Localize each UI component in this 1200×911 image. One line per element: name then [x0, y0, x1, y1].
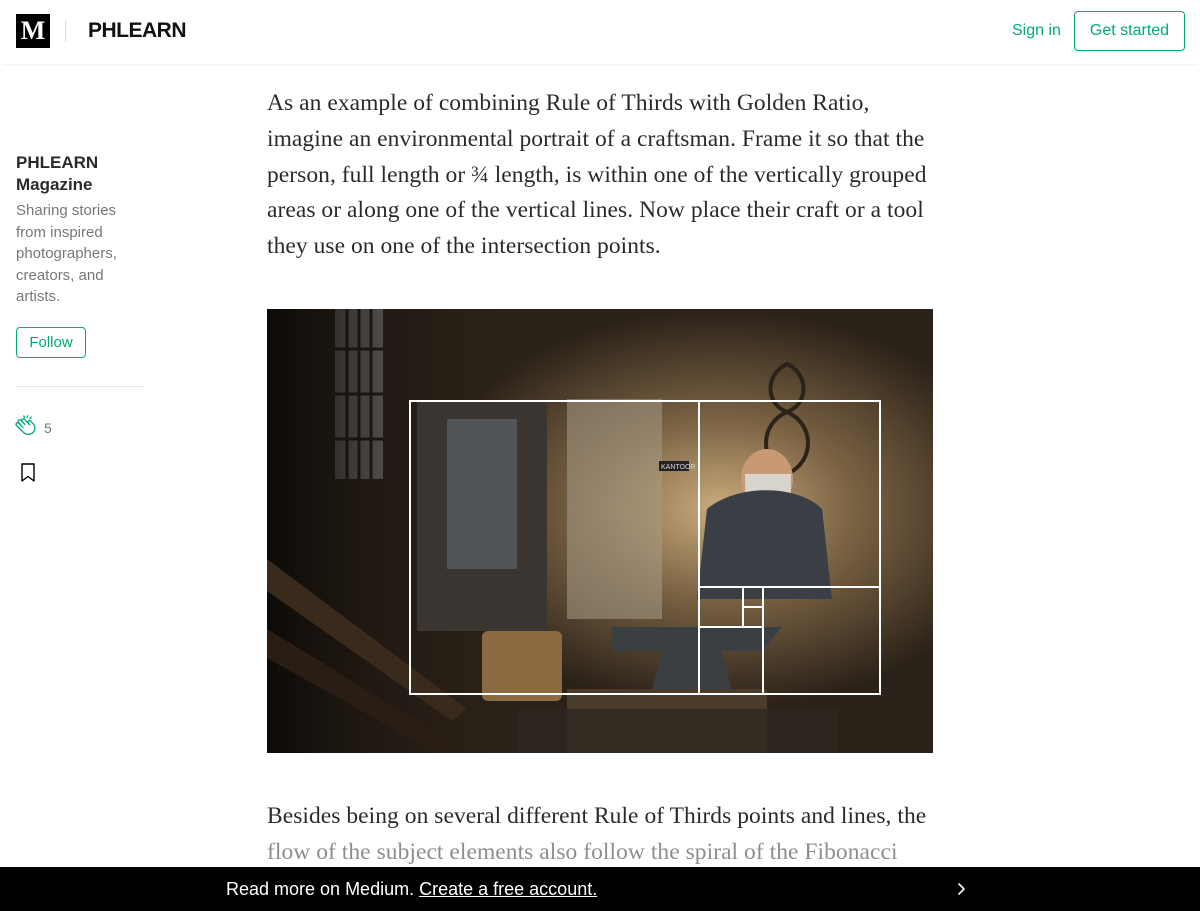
paragraph-line: Besides being on several different Rule … [267, 803, 927, 829]
clap-count: 5 [44, 420, 52, 436]
sign-in-link[interactable]: Sign in [1012, 20, 1061, 42]
craftsman-photo-with-golden-ratio-overlay: KANTOOR [267, 309, 933, 753]
article-paragraph: Besides being on several different Rule … [267, 799, 937, 871]
publication-name[interactable]: PHLEARN Magazine [16, 152, 146, 196]
chevron-right-icon [958, 883, 965, 895]
create-account-link[interactable]: Create a free account. [419, 879, 597, 899]
publication-description: Sharing stories from inspired photograph… [16, 202, 117, 305]
get-started-button[interactable]: Get started [1074, 11, 1185, 51]
logo-divider [65, 20, 66, 42]
paragraph-line-faded: flow of the subject elements also follow… [267, 838, 898, 865]
article-figure: KANTOOR [267, 309, 933, 753]
clap-button[interactable] [12, 414, 40, 442]
follow-button[interactable]: Follow [16, 326, 86, 358]
publication-sidebar: PHLEARN Magazine Sharing stories from in… [15, 152, 146, 482]
publication-logo[interactable]: PHLEARN [88, 17, 187, 45]
medium-logo[interactable]: M [16, 14, 50, 48]
article-paragraph: As an example of combining Rule of Third… [267, 90, 927, 260]
kantoor-sign: KANTOOR [661, 464, 696, 471]
bookmark-icon [21, 463, 35, 482]
sidebar-divider [16, 385, 144, 387]
banner-expand-button[interactable] [952, 880, 970, 898]
banner-message: Read more on Medium. [226, 879, 415, 899]
bottom-signup-banner: Read more on Medium. Create a free accou… [0, 867, 1200, 911]
top-navigation-bar: M PHLEARN Sign in Get started [0, 0, 1200, 64]
bookmark-button[interactable] [19, 462, 39, 484]
clap-row: 5 [12, 414, 52, 442]
clap-icon [15, 415, 36, 435]
banner-text: Read more on Medium. Create a free accou… [226, 867, 597, 911]
